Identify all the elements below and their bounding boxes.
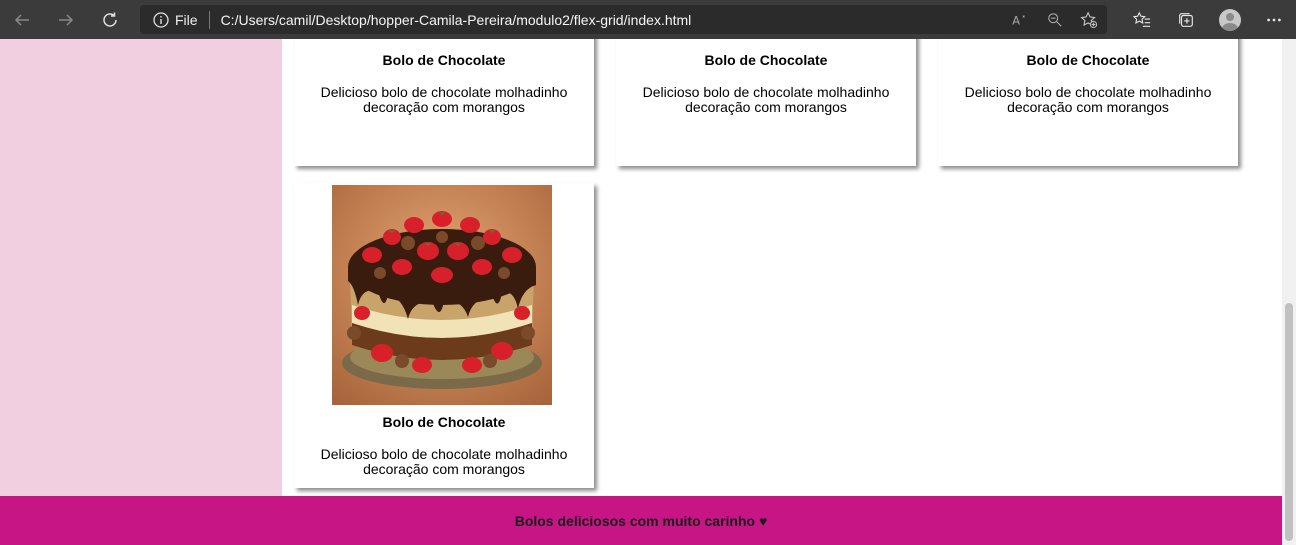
- card-description: Delicioso bolo de chocolate molhadinho de…: [320, 446, 568, 477]
- zoom-out-icon[interactable]: [1045, 10, 1065, 30]
- card-title: Bolo de Chocolate: [704, 52, 828, 68]
- card-description: Delicioso bolo de chocolate molhadinho de…: [320, 84, 568, 115]
- cake-card: Bolo de Chocolate Delicioso bolo de choc…: [294, 183, 594, 488]
- toolbar-right: [1120, 0, 1296, 39]
- info-icon[interactable]: [153, 11, 169, 28]
- card-description: Delicioso bolo de chocolate molhadinho de…: [964, 84, 1212, 115]
- card-title: Bolo de Chocolate: [382, 52, 506, 68]
- browser-toolbar: File C:/Users/camil/Desktop/hopper-Camil…: [0, 0, 1296, 39]
- vertical-scrollbar[interactable]: [1282, 39, 1296, 545]
- read-aloud-icon[interactable]: A: [1011, 10, 1031, 30]
- back-icon: [14, 13, 29, 26]
- profile-icon: [1219, 8, 1241, 31]
- address-actions: A: [1011, 5, 1099, 34]
- add-favorite-icon[interactable]: [1079, 10, 1099, 30]
- cake-card: Bolo de Chocolate Delicioso bolo de choc…: [616, 39, 916, 166]
- favorites-button[interactable]: [1120, 0, 1164, 39]
- sidebar: [0, 39, 282, 496]
- more-button[interactable]: [1252, 0, 1296, 39]
- address-bar[interactable]: File C:/Users/camil/Desktop/hopper-Camil…: [140, 5, 1107, 34]
- card-description: Delicioso bolo de chocolate molhadinho de…: [642, 84, 890, 115]
- address-separator: [208, 10, 210, 29]
- profile-button[interactable]: [1208, 0, 1252, 39]
- svg-text:A: A: [1012, 13, 1020, 27]
- card-title: Bolo de Chocolate: [382, 414, 506, 430]
- page-footer: Bolos deliciosos com muito carinho ♥: [0, 496, 1282, 545]
- page-viewport: Bolo de Chocolate Delicioso bolo de choc…: [0, 39, 1282, 545]
- favorites-icon: [1133, 11, 1151, 27]
- forward-button[interactable]: [44, 0, 88, 39]
- more-icon: [1267, 18, 1281, 21]
- collections-button[interactable]: [1164, 0, 1208, 39]
- cake-image: [332, 185, 552, 405]
- card-title: Bolo de Chocolate: [1026, 52, 1150, 68]
- file-label: File: [175, 11, 198, 28]
- forward-icon: [59, 13, 74, 26]
- back-button[interactable]: [0, 0, 44, 39]
- url-text[interactable]: C:/Users/camil/Desktop/hopper-Camila-Per…: [221, 12, 692, 28]
- collections-icon: [1179, 12, 1193, 27]
- cake-card: Bolo de Chocolate Delicioso bolo de choc…: [938, 39, 1238, 166]
- refresh-icon: [103, 12, 117, 27]
- scrollbar-thumb[interactable]: [1285, 303, 1293, 541]
- refresh-button[interactable]: [88, 0, 132, 39]
- card-grid: Bolo de Chocolate Delicioso bolo de choc…: [282, 39, 1282, 496]
- cake-card: Bolo de Chocolate Delicioso bolo de choc…: [294, 39, 594, 166]
